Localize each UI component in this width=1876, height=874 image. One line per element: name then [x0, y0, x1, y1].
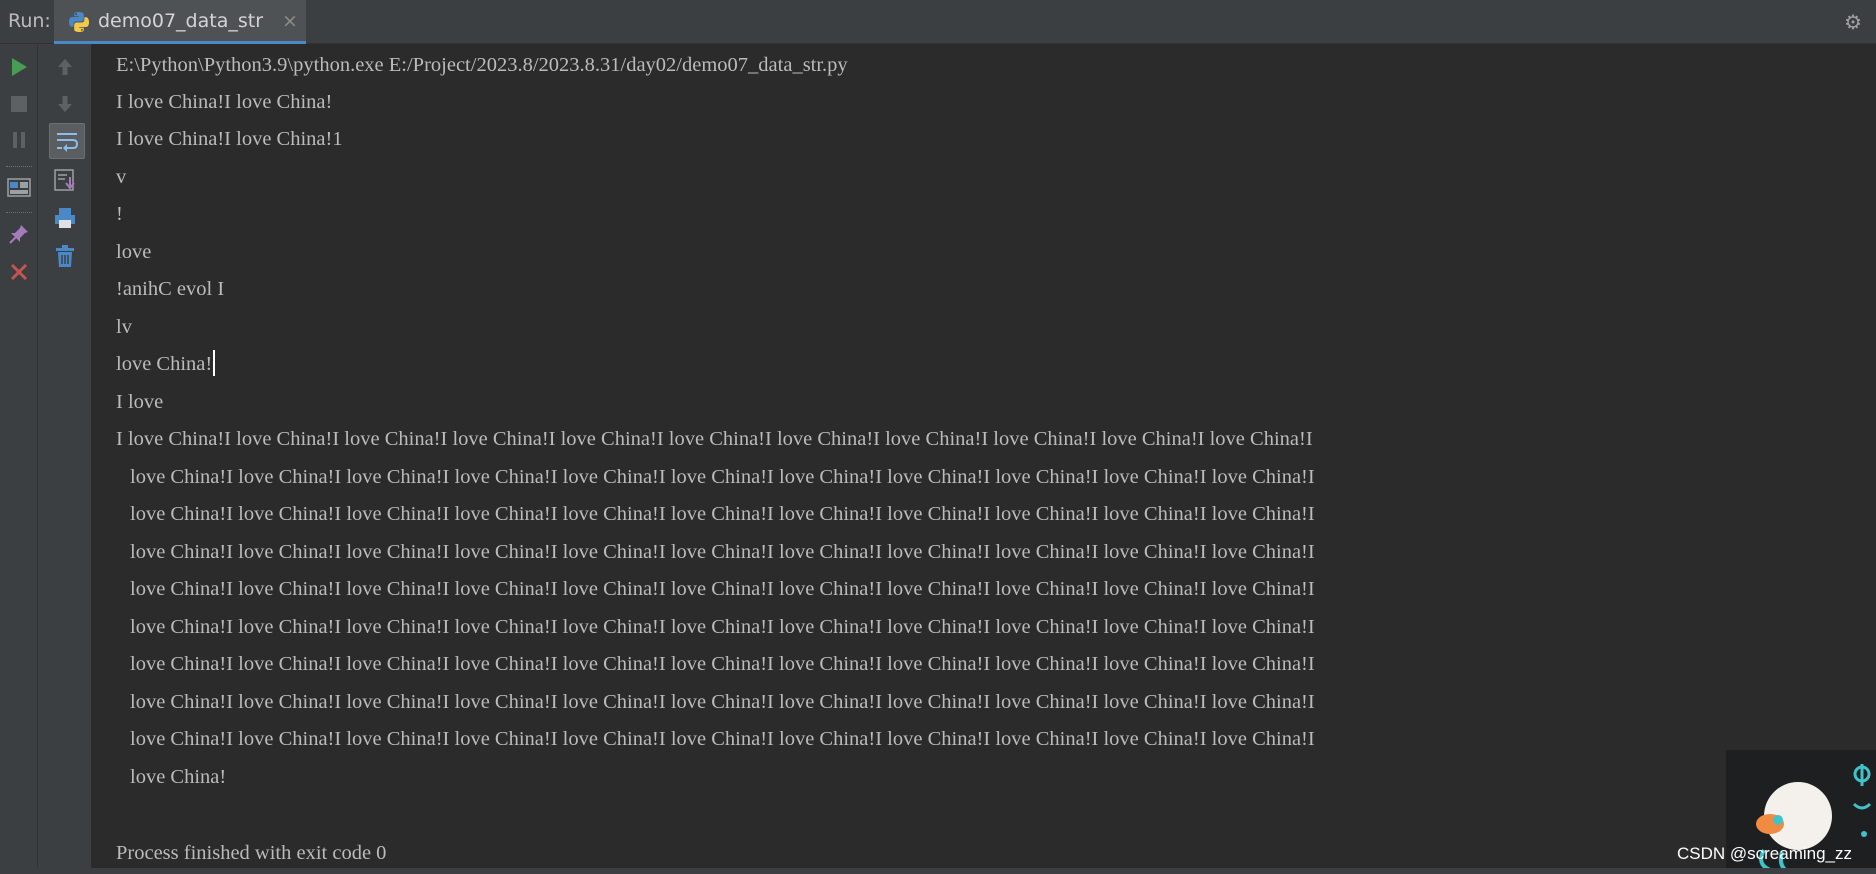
- text-caret: [213, 350, 216, 376]
- console-line: love China!I love China!I love China!I l…: [130, 653, 1315, 675]
- console-line: lv: [116, 316, 132, 338]
- console-line: love China!: [130, 766, 227, 788]
- console-line: !: [116, 203, 123, 225]
- console-line: !anihC evol I: [116, 278, 225, 300]
- close-tab-icon[interactable]: ×: [282, 10, 298, 32]
- console-line: love: [116, 241, 152, 263]
- tab-title: demo07_data_str: [98, 10, 264, 32]
- console-line: love China!I love China!I love China!I l…: [130, 691, 1315, 713]
- soft-wrap-icon[interactable]: [49, 123, 85, 159]
- console-line: v: [116, 166, 127, 188]
- console-toolbar: [38, 44, 92, 874]
- up-arrow-icon[interactable]: [49, 51, 81, 83]
- console-line: I love: [116, 391, 164, 413]
- console-line: I love China!I love China!I love China!I…: [116, 428, 1313, 450]
- console-line: love China!I love China!I love China!I l…: [130, 578, 1315, 600]
- pause-icon[interactable]: [3, 124, 35, 156]
- stop-icon[interactable]: [3, 88, 35, 120]
- console-line: love China!I love China!I love China!I l…: [130, 466, 1315, 488]
- settings-gear-icon[interactable]: ⚙: [1844, 10, 1862, 34]
- bottom-status-strip: [0, 868, 1876, 874]
- process-finished-line: Process finished with exit code 0: [116, 842, 387, 864]
- rerun-icon[interactable]: [3, 51, 35, 83]
- console-line: love China!I love China!I love China!I l…: [130, 541, 1315, 563]
- trash-icon[interactable]: [49, 240, 81, 272]
- run-toolbar: [0, 44, 38, 874]
- python-icon: [68, 11, 90, 33]
- close-icon[interactable]: [3, 256, 35, 288]
- csdn-watermark: CSDN @screaming_zz: [1676, 844, 1852, 863]
- toolbar-separator: [6, 212, 32, 213]
- console-line: love China!I love China!I love China!I l…: [130, 728, 1315, 750]
- scroll-to-end-icon[interactable]: [49, 164, 81, 196]
- console-command-line: E:\Python\Python3.9\python.exe E:/Projec…: [116, 54, 848, 76]
- toolbar-separator: [6, 166, 32, 167]
- layout-icon[interactable]: [3, 172, 35, 204]
- console-line: I love China!I love China!1: [116, 128, 343, 150]
- console-line: I love China!I love China!: [116, 91, 333, 113]
- print-icon[interactable]: [49, 202, 81, 234]
- tab-demo07-data-str[interactable]: demo07_data_str ×: [54, 0, 306, 44]
- console-line: love China!I love China!I love China!I l…: [130, 616, 1315, 638]
- console-line-text: love China!: [116, 353, 213, 375]
- down-arrow-icon[interactable]: [49, 88, 81, 120]
- pin-icon[interactable]: [3, 218, 35, 250]
- console-line-with-caret: love China!: [116, 346, 216, 383]
- console-line: love China!I love China!I love China!I l…: [130, 503, 1315, 525]
- run-tool-window-header: Run: demo07_data_str × ⚙: [0, 0, 1876, 44]
- run-label: Run:: [8, 10, 51, 32]
